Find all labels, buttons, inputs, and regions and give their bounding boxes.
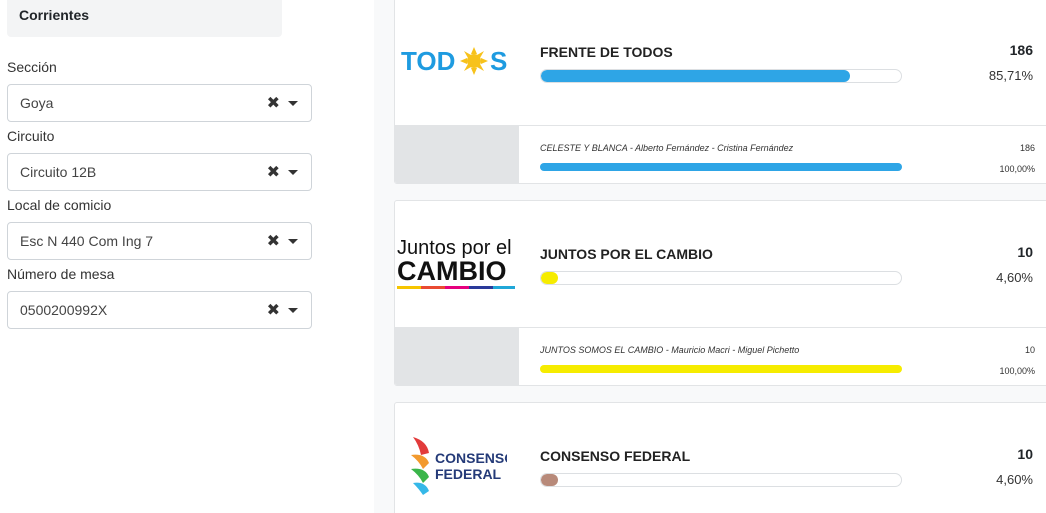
seccion-value: Goya	[20, 95, 54, 111]
seccion-select[interactable]: Goya ✖	[7, 84, 312, 122]
circuito-value: Circuito 12B	[20, 164, 97, 180]
list-row-spacer	[395, 126, 519, 183]
party-progress-bar	[540, 473, 902, 487]
mesa-value: 0500200992X	[20, 302, 108, 318]
party-progress-fill	[541, 70, 850, 82]
logo-line-bottom: FEDERAL	[435, 466, 502, 482]
party-progress-bar	[540, 271, 902, 285]
list-name: CELESTE Y BLANCA - Alberto Fernández - C…	[540, 143, 794, 153]
page: Corrientes Sección Goya ✖ Circuito Circu…	[0, 0, 1046, 513]
party-name: CONSENSO FEDERAL	[540, 448, 691, 464]
circuito-select[interactable]: Circuito 12B ✖	[7, 153, 312, 191]
clear-icon[interactable]: ✖	[267, 162, 280, 182]
party-name: FRENTE DE TODOS	[540, 44, 673, 60]
list-row: CELESTE Y BLANCA - Alberto Fernández - C…	[395, 125, 1046, 183]
list-percent: 100,00%	[999, 164, 1035, 174]
mesa-label: Número de mesa	[7, 266, 115, 282]
list-name: JUNTOS SOMOS EL CAMBIO - Mauricio Macri …	[540, 345, 800, 355]
party-percent: 85,71%	[988, 68, 1033, 83]
party-percent: 4,60%	[996, 270, 1033, 285]
juntos-por-el-cambio-logo: Juntos por el CAMBIO	[395, 201, 519, 325]
list-progress-bar	[540, 365, 902, 373]
seccion-label: Sección	[7, 59, 57, 75]
consenso-logo-icon: CONSENSO FEDERAL	[411, 437, 507, 495]
todos-logo-icon: TOD S	[401, 46, 507, 76]
svg-text:TOD: TOD	[401, 46, 455, 76]
party-percent: 4,60%	[996, 472, 1033, 487]
svg-text:S: S	[490, 46, 507, 76]
results-panel: TOD S FRENTE DE TODOS 186 85,71% CELESTE…	[374, 0, 1046, 513]
juntos-logo-icon: Juntos por el CAMBIO	[397, 237, 515, 289]
chevron-down-icon[interactable]	[288, 101, 298, 106]
party-votes: 186	[1009, 42, 1033, 58]
filter-sidebar: Corrientes Sección Goya ✖ Circuito Circu…	[0, 0, 374, 513]
party-votes: 10	[1017, 244, 1033, 260]
clear-icon[interactable]: ✖	[267, 231, 280, 251]
party-progress-fill	[541, 474, 558, 486]
local-comicio-label: Local de comicio	[7, 197, 112, 213]
logo-line-bottom: CAMBIO	[397, 256, 507, 286]
list-votes: 186	[1019, 143, 1035, 153]
list-progress-bar	[540, 163, 902, 171]
mesa-select[interactable]: 0500200992X ✖	[7, 291, 312, 329]
list-votes: 10	[1024, 345, 1035, 355]
list-percent: 100,00%	[999, 366, 1035, 376]
party-progress-fill	[541, 272, 558, 284]
circuito-label: Circuito	[7, 128, 55, 144]
chevron-down-icon[interactable]	[288, 170, 298, 175]
province-tab[interactable]: Corrientes	[7, 0, 282, 37]
province-tab-label: Corrientes	[19, 7, 90, 23]
frente-de-todos-logo: TOD S	[395, 0, 519, 123]
list-row: JUNTOS SOMOS EL CAMBIO - Mauricio Macri …	[395, 327, 1046, 385]
list-row-spacer	[395, 328, 519, 385]
party-card: CONSENSO FEDERAL CONSENSO FEDERAL 10 4,6…	[394, 402, 1046, 513]
party-name: JUNTOS POR EL CAMBIO	[540, 246, 713, 262]
party-card: Juntos por el CAMBIO JUNTOS POR EL CAMBI…	[394, 200, 1046, 386]
consenso-federal-logo: CONSENSO FEDERAL	[395, 403, 519, 513]
party-votes: 10	[1017, 446, 1033, 462]
local-comicio-select[interactable]: Esc N 440 Com Ing 7 ✖	[7, 222, 312, 260]
logo-line-top: CONSENSO	[435, 450, 507, 466]
party-card: TOD S FRENTE DE TODOS 186 85,71% CELESTE…	[394, 0, 1046, 184]
clear-icon[interactable]: ✖	[267, 300, 280, 320]
chevron-down-icon[interactable]	[288, 239, 298, 244]
local-comicio-value: Esc N 440 Com Ing 7	[20, 233, 154, 249]
party-progress-bar	[540, 69, 902, 83]
clear-icon[interactable]: ✖	[267, 93, 280, 113]
chevron-down-icon[interactable]	[288, 308, 298, 313]
